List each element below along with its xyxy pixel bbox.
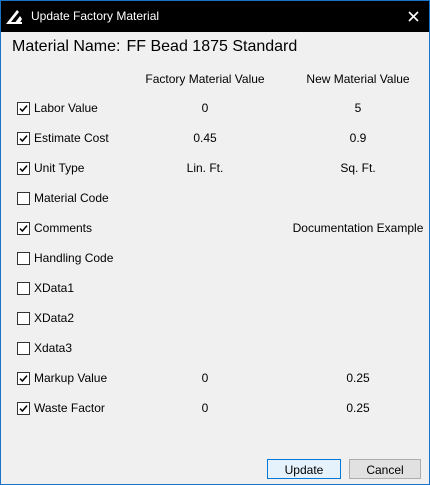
estimate-cost-new-value: 0.9	[349, 131, 367, 145]
xdata2-label: XData2	[34, 311, 75, 325]
handling-code-label: Handling Code	[34, 251, 114, 265]
handling-code-checkbox[interactable]	[17, 252, 30, 265]
waste-factor-checkbox[interactable]	[17, 402, 30, 415]
material-name-label: Material Name:	[12, 38, 121, 55]
unit-type-label: Unit Type	[34, 161, 85, 175]
field-row-estimate-cost: Estimate Cost 0.45 0.9	[1, 128, 429, 150]
xdata3-checkbox[interactable]	[17, 342, 30, 355]
xdata3-label: Xdata3	[34, 341, 73, 355]
field-row-material-code: Material Code	[1, 188, 429, 210]
window-title: Update Factory Material	[31, 9, 160, 23]
field-row-xdata1: XData1	[1, 278, 429, 300]
markup-value-label: Markup Value	[34, 371, 108, 385]
close-button[interactable]	[399, 1, 429, 32]
checkmark-icon	[19, 225, 28, 233]
comments-checkbox[interactable]	[17, 222, 30, 235]
checkmark-icon	[19, 375, 28, 383]
markup-value-checkbox[interactable]	[17, 372, 30, 385]
labor-value-factory-value: 0	[201, 101, 209, 115]
field-row-handling-code: Handling Code	[1, 248, 429, 270]
labor-value-label: Labor Value	[34, 101, 98, 115]
labor-value-checkbox[interactable]	[17, 102, 30, 115]
field-row-xdata2: XData2	[1, 308, 429, 330]
labor-value-new-value: 5	[354, 101, 362, 115]
estimate-cost-label: Estimate Cost	[34, 131, 109, 145]
field-row-labor-value: Labor Value 0 5	[1, 98, 429, 120]
checkmark-icon	[19, 405, 28, 413]
estimate-cost-checkbox[interactable]	[17, 132, 30, 145]
xdata1-label: XData1	[34, 281, 75, 295]
material-name-value: FF Bead 1875 Standard	[126, 38, 298, 55]
estimate-cost-factory-value: 0.45	[193, 131, 217, 145]
field-row-unit-type: Unit Type Lin. Ft. Sq. Ft.	[1, 158, 429, 180]
checkmark-icon	[19, 105, 28, 113]
field-row-comments: Comments Documentation Example	[1, 218, 429, 240]
update-button[interactable]: Update	[267, 459, 341, 479]
material-code-label: Material Code	[34, 191, 109, 205]
field-row-markup-value: Markup Value 0 0.25	[1, 368, 429, 390]
triangle-logo-icon	[5, 7, 23, 25]
markup-value-new-value: 0.25	[346, 371, 370, 385]
unit-type-checkbox[interactable]	[17, 162, 30, 175]
xdata2-checkbox[interactable]	[17, 312, 30, 325]
material-code-checkbox[interactable]	[17, 192, 30, 205]
markup-value-factory-value: 0	[201, 371, 209, 385]
checkmark-icon	[19, 165, 28, 173]
waste-factor-factory-value: 0	[201, 401, 209, 415]
comments-label: Comments	[34, 221, 93, 235]
title-bar[interactable]: Update Factory Material	[1, 1, 429, 32]
close-icon	[408, 11, 419, 22]
unit-type-factory-value: Lin. Ft.	[186, 161, 224, 175]
factory-value-column-header: Factory Material Value	[145, 72, 265, 86]
xdata1-checkbox[interactable]	[17, 282, 30, 295]
unit-type-new-value: Sq. Ft.	[340, 161, 376, 175]
waste-factor-label: Waste Factor	[34, 401, 105, 415]
field-row-xdata3: Xdata3	[1, 338, 429, 360]
checkmark-icon	[19, 135, 28, 143]
field-row-waste-factor: Waste Factor 0 0.25	[1, 398, 429, 420]
update-factory-material-dialog: Update Factory Material Material Name: FF…	[0, 0, 430, 485]
comments-new-value: Documentation Example	[292, 221, 424, 235]
new-value-column-header: New Material Value	[306, 72, 410, 86]
cancel-button[interactable]: Cancel	[349, 459, 421, 479]
waste-factor-new-value: 0.25	[346, 401, 370, 415]
material-name: Material Name: FF Bead 1875 Standard	[12, 38, 297, 56]
